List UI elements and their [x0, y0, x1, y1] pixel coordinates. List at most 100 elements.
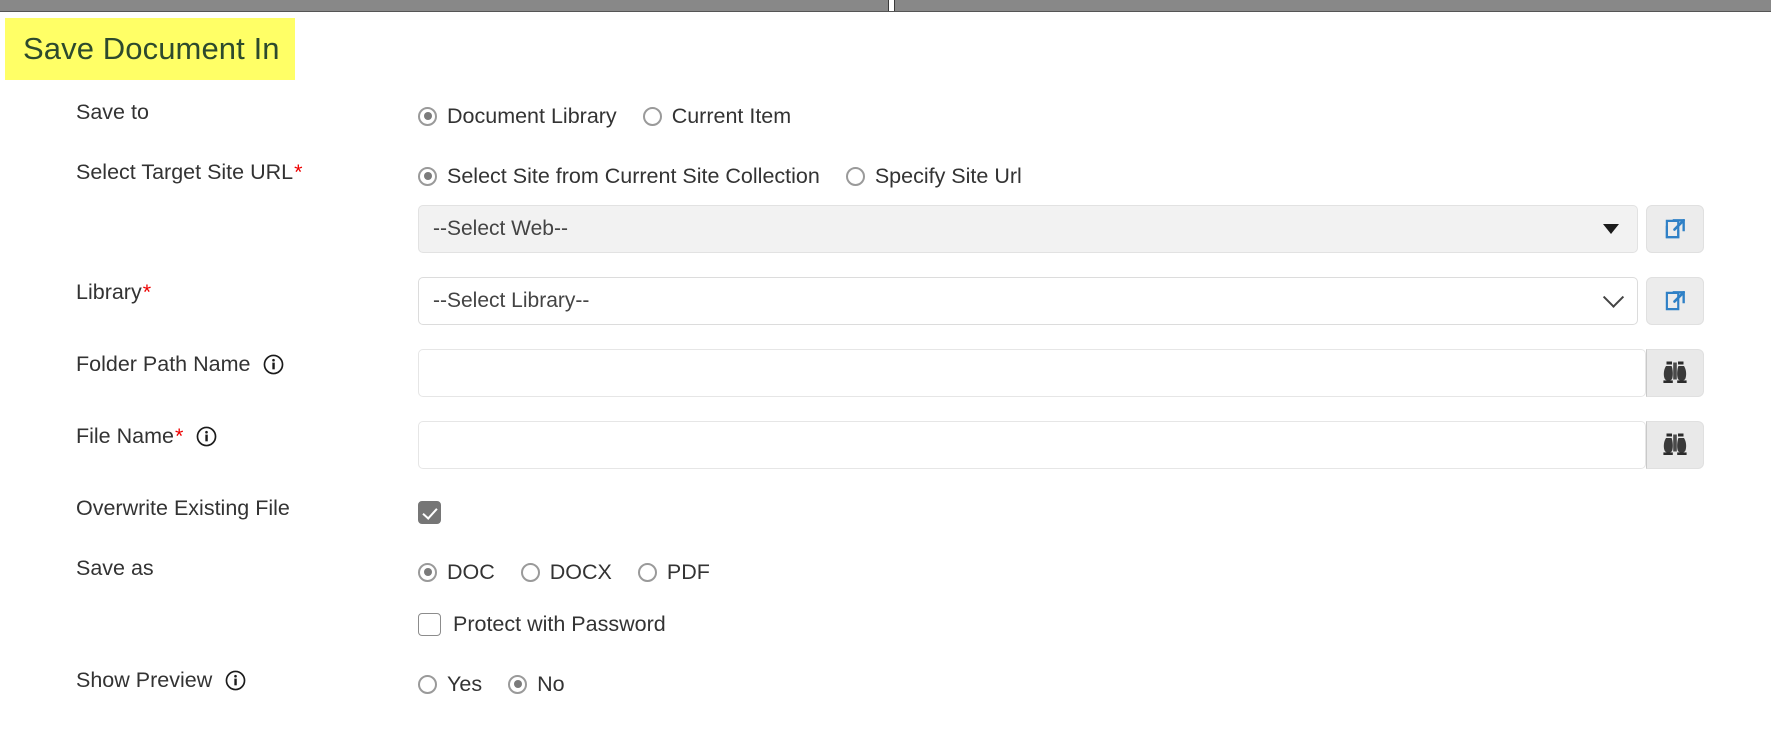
page-title-container: Save Document In [5, 18, 295, 80]
page-title: Save Document In [5, 18, 295, 80]
required-asterisk-target-site-url: * [294, 160, 303, 184]
radio-option-no[interactable]: No [508, 671, 565, 697]
label-target-site-url-text: Select Target Site URL [76, 160, 294, 184]
label-save-to: Save to [0, 95, 418, 125]
radio-group-save-to: Document Library Current Item [418, 97, 1771, 135]
radio-group-target-site-url: Select Site from Current Site Collection… [418, 157, 1771, 195]
radio-icon-doc[interactable] [418, 562, 437, 582]
info-icon[interactable] [196, 426, 217, 447]
binoculars-icon [1660, 359, 1690, 387]
chevron-down-icon[interactable] [1602, 286, 1625, 308]
label-save-as: Save as [0, 551, 418, 581]
field-save-as: DOC DOCX PDF [418, 551, 1771, 591]
field-library: --Select Library-- [418, 275, 1771, 325]
radio-icon-select-site-from-collection[interactable] [418, 166, 437, 186]
field-show-preview: Yes No [418, 663, 1771, 703]
checkbox-label-protect-with-password: Protect with Password [453, 611, 666, 636]
field-protect-with-password: Protect with Password [418, 603, 1771, 643]
radio-label-current-item: Current Item [671, 103, 792, 128]
field-folder-path-name [418, 347, 1771, 397]
radio-label-select-site-from-collection: Select Site from Current Site Collection [447, 163, 820, 188]
radio-label-no: No [537, 671, 565, 696]
form-row-file-name: File Name * [0, 419, 1771, 469]
radio-option-document-library[interactable]: Document Library [418, 104, 617, 129]
field-overwrite-existing-file [418, 491, 1771, 531]
library-dropdown[interactable]: --Select Library-- [418, 277, 1638, 325]
open-in-new-window-icon [1662, 288, 1688, 314]
label-folder-path-name: Folder Path Name [0, 347, 418, 377]
folder-path-name-input[interactable] [418, 349, 1646, 397]
label-file-name-text: File Name [76, 424, 174, 448]
label-library-text: Library [76, 280, 142, 304]
radio-option-specify-site-url[interactable]: Specify Site Url [845, 163, 1022, 189]
form-row-save-as: Save as DOC DOCX PDF [0, 551, 1771, 591]
radio-label-specify-site-url: Specify Site Url [874, 163, 1022, 188]
radio-icon-current-item[interactable] [642, 106, 662, 126]
radio-icon-no[interactable] [508, 674, 528, 694]
radio-label-document-library: Document Library [447, 103, 617, 128]
select-web-dropdown[interactable]: --Select Web-- [418, 205, 1638, 253]
form-row-library: Library * --Select Library-- [0, 275, 1771, 325]
radio-group-show-preview: Yes No [418, 665, 1771, 703]
checkbox-overwrite-existing-file[interactable] [418, 500, 441, 524]
control-row-library: --Select Library-- [418, 277, 1704, 325]
browse-file-button[interactable] [1646, 421, 1704, 469]
open-web-picker-button[interactable] [1646, 205, 1704, 253]
control-row-file-name [418, 421, 1704, 469]
radio-label-docx: DOCX [549, 559, 612, 584]
open-library-picker-button[interactable] [1646, 277, 1704, 325]
radio-option-doc[interactable]: DOC [418, 560, 495, 585]
binoculars-icon [1660, 431, 1690, 459]
radio-option-docx[interactable]: DOCX [520, 559, 612, 585]
radio-option-current-item[interactable]: Current Item [642, 103, 792, 129]
info-icon[interactable] [225, 670, 246, 691]
form-row-target-site-url: Select Target Site URL * Select Site from… [0, 155, 1771, 195]
scrollbar-thumb-divider[interactable] [888, 0, 895, 11]
radio-label-yes: Yes [447, 671, 483, 696]
browse-folder-button[interactable] [1646, 349, 1704, 397]
label-target-site-url: Select Target Site URL * [0, 155, 418, 185]
label-file-name: File Name * [0, 419, 418, 449]
field-select-web: --Select Web-- [418, 203, 1771, 253]
radio-icon-specify-site-url[interactable] [845, 166, 865, 186]
required-asterisk-file-name: * [174, 424, 184, 448]
label-overwrite-existing-file-text: Overwrite Existing File [76, 496, 290, 520]
control-row-folder-path-name [418, 349, 1704, 397]
horizontal-scrollbar[interactable] [0, 0, 1771, 12]
field-save-to: Document Library Current Item [418, 95, 1771, 135]
checkbox-row-protect-with-password[interactable]: Protect with Password [418, 605, 1771, 643]
label-protect-with-password-spacer [0, 603, 418, 608]
radio-icon-pdf[interactable] [637, 562, 657, 582]
triangle-down-icon[interactable] [1603, 224, 1619, 234]
checkbox-protect-with-password[interactable] [418, 612, 441, 636]
form-row-show-preview: Show Preview Yes No [0, 663, 1771, 703]
radio-group-save-as: DOC DOCX PDF [418, 553, 1771, 591]
radio-label-pdf: PDF [666, 559, 710, 584]
open-in-new-window-icon [1662, 216, 1688, 242]
control-row-select-web: --Select Web-- [418, 205, 1704, 253]
label-show-preview-text: Show Preview [76, 668, 213, 692]
checkbox-row-overwrite-existing-file [418, 493, 1771, 531]
label-show-preview: Show Preview [0, 663, 418, 693]
label-library: Library * [0, 275, 418, 305]
form-row-select-web: --Select Web-- [0, 203, 1771, 253]
select-web-value: --Select Web-- [433, 217, 568, 240]
form-row-protect-with-password: Protect with Password [0, 603, 1771, 643]
radio-option-select-site-from-collection[interactable]: Select Site from Current Site Collection [418, 164, 820, 189]
radio-icon-document-library[interactable] [418, 106, 437, 126]
field-file-name [418, 419, 1771, 469]
radio-option-pdf[interactable]: PDF [637, 559, 710, 585]
save-document-form: Save to Document Library Current Item Se… [0, 95, 1771, 703]
radio-icon-docx[interactable] [520, 562, 540, 582]
label-folder-path-name-text: Folder Path Name [76, 352, 251, 376]
info-icon[interactable] [263, 354, 284, 375]
radio-option-yes[interactable]: Yes [418, 672, 482, 697]
form-row-overwrite-existing-file: Overwrite Existing File [0, 491, 1771, 531]
library-value: --Select Library-- [433, 289, 590, 312]
label-select-web-spacer [0, 203, 418, 208]
file-name-input[interactable] [418, 421, 1646, 469]
form-row-save-to: Save to Document Library Current Item [0, 95, 1771, 135]
label-overwrite-existing-file: Overwrite Existing File [0, 491, 418, 521]
radio-icon-yes[interactable] [418, 674, 437, 694]
form-row-folder-path-name: Folder Path Name [0, 347, 1771, 397]
